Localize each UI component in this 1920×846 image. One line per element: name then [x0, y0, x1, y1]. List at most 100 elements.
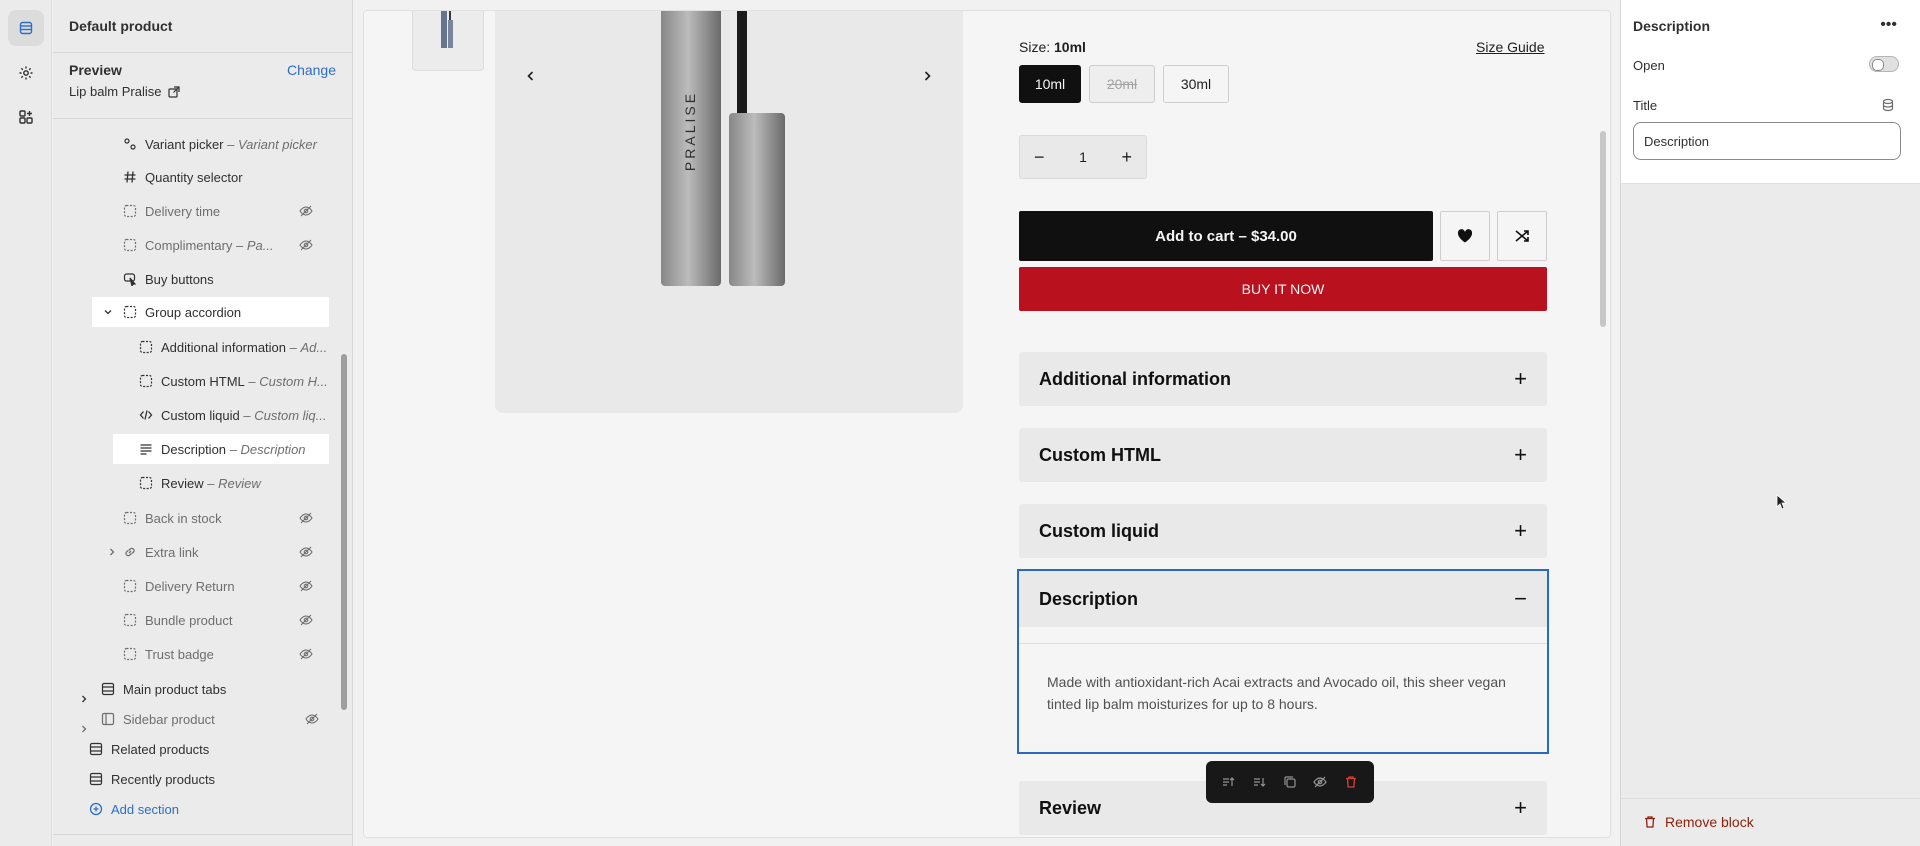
move-up-button[interactable] — [1220, 773, 1238, 791]
chevron-right-icon — [924, 71, 931, 81]
duplicate-button[interactable] — [1281, 773, 1299, 791]
preview-label: Preview — [69, 62, 122, 78]
tree-item-sublabel: Variant picker — [237, 136, 317, 152]
add-section-button[interactable]: Add section — [89, 794, 179, 824]
tree-item-description[interactable]: Description – Description — [113, 434, 329, 464]
tree-item-buy-buttons[interactable]: Buy buttons — [123, 264, 214, 294]
buy-it-now-button[interactable]: BUY IT NOW — [1019, 267, 1547, 311]
size-option-10ml[interactable]: 10ml — [1019, 65, 1081, 103]
tree-item-related-products[interactable]: Related products — [89, 734, 209, 764]
add-to-cart-label: Add to cart — [1155, 227, 1235, 245]
tree-item-label: Bundle product — [145, 612, 233, 628]
eye-hidden-icon[interactable] — [299, 204, 313, 218]
section-icon — [89, 742, 103, 756]
tree-item-recently-products[interactable]: Recently products — [89, 764, 215, 794]
size-guide-link[interactable]: Size Guide — [1476, 39, 1544, 55]
tree-item-label: Back in stock — [145, 510, 222, 526]
tree-item-additional-information[interactable]: Additional information – Ad... — [139, 332, 327, 362]
title-label: Title — [1633, 98, 1658, 113]
tree-item-main-product-tabs[interactable]: Main product tabs — [82, 674, 329, 704]
block-icon — [139, 340, 153, 354]
chevron-right-icon[interactable] — [79, 724, 89, 734]
remove-block-button[interactable]: Remove block — [1643, 814, 1754, 830]
hide-button[interactable] — [1311, 773, 1329, 791]
tree-item-group-accordion[interactable]: Group accordion — [92, 297, 329, 327]
preview-product[interactable]: Lip balm Pralise — [69, 84, 180, 99]
tree-item-sublabel: Review — [218, 475, 261, 491]
block-settings-card: Description ••• Open Title — [1621, 0, 1920, 184]
tree-item-quantity-selector[interactable]: Quantity selector — [123, 162, 243, 192]
tree-item-bundle-product[interactable]: Bundle product — [123, 605, 323, 635]
tree-item-label: Group accordion — [145, 304, 242, 320]
size-value: 10ml — [1054, 39, 1086, 55]
code-icon — [139, 408, 153, 422]
eye-hidden-icon[interactable] — [299, 613, 313, 627]
gallery-next-button[interactable] — [907, 56, 947, 96]
product-gallery: PRALISE — [495, 11, 963, 413]
gallery-prev-button[interactable] — [511, 56, 551, 96]
dynamic-source-icon[interactable] — [1881, 98, 1895, 112]
tree-item-extra-link[interactable]: Extra link — [110, 537, 323, 567]
duplicate-icon — [1284, 776, 1296, 788]
eye-hidden-icon[interactable] — [299, 545, 313, 559]
preview-canvas: PRALISE Size: 10ml Size Guide 10ml 20ml … — [355, 0, 1620, 846]
chevron-down-icon[interactable] — [103, 307, 113, 317]
open-toggle[interactable] — [1869, 56, 1899, 72]
tree-item-label: Main product tabs — [123, 681, 227, 697]
eye-hidden-icon[interactable] — [299, 511, 313, 525]
accordion-description-selected[interactable]: Description − Made with antioxidant-rich… — [1014, 566, 1552, 757]
change-preview-link[interactable]: Change — [287, 62, 336, 78]
block-icon — [123, 204, 137, 218]
quantity-value[interactable]: 1 — [1079, 149, 1087, 165]
tree-item-delivery-time[interactable]: Delivery time — [123, 196, 323, 226]
move-down-button[interactable] — [1251, 773, 1269, 791]
preview-scrollbar[interactable] — [1600, 131, 1606, 327]
more-options-icon[interactable]: ••• — [1880, 16, 1897, 34]
quantity-decrease-button[interactable]: − — [1034, 147, 1045, 168]
tree-item-back-in-stock[interactable]: Back in stock — [123, 503, 323, 533]
eye-hidden-icon[interactable] — [305, 712, 319, 726]
block-icon — [123, 579, 137, 593]
add-to-cart-button[interactable]: Add to cart – $34.00 — [1019, 211, 1433, 261]
sections-icon[interactable] — [8, 10, 44, 46]
product-thumbnail[interactable] — [412, 11, 484, 71]
chevron-right-icon[interactable] — [107, 547, 117, 557]
tree-item-review[interactable]: Review – Review — [139, 468, 261, 498]
quantity-increase-button[interactable]: + — [1121, 147, 1132, 168]
wishlist-button[interactable] — [1440, 211, 1490, 261]
plus-circle-icon — [89, 802, 103, 816]
external-link-icon — [167, 85, 180, 98]
storefront-preview: PRALISE Size: 10ml Size Guide 10ml 20ml … — [363, 10, 1611, 838]
divider — [53, 52, 352, 53]
tree-item-sidebar-product[interactable]: Sidebar product — [82, 704, 329, 734]
tree-item-label: Variant picker — [145, 136, 224, 152]
eye-hidden-icon[interactable] — [299, 647, 313, 661]
eye-hidden-icon[interactable] — [299, 579, 313, 593]
tree-item-custom-liquid[interactable]: Custom liquid – Custom liq... — [139, 400, 326, 430]
block-icon — [139, 374, 153, 388]
accordion-description-header[interactable]: Description − — [1019, 571, 1547, 627]
size-option-20ml[interactable]: 20ml — [1089, 65, 1155, 103]
size-option-30ml[interactable]: 30ml — [1163, 65, 1229, 103]
title-input[interactable] — [1633, 122, 1901, 160]
tree-item-custom-html[interactable]: Custom HTML – Custom H... — [139, 366, 328, 396]
accordion-additional-information[interactable]: Additional information + — [1019, 352, 1547, 406]
tree-item-variant-picker[interactable]: Variant picker – Variant picker — [123, 129, 317, 159]
delete-button[interactable] — [1342, 773, 1360, 791]
tree-item-trust-badge[interactable]: Trust badge — [123, 639, 323, 669]
section-icon — [101, 682, 115, 696]
compare-button[interactable] — [1497, 211, 1547, 261]
accordion-custom-liquid[interactable]: Custom liquid + — [1019, 504, 1547, 558]
product-image: PRALISE — [661, 11, 785, 286]
theme-settings-gear-icon[interactable] — [8, 55, 44, 91]
eye-hidden-icon[interactable] — [299, 238, 313, 252]
app-blocks-icon[interactable] — [8, 99, 44, 135]
tree-item-complimentary[interactable]: Complimentary – Pa... — [123, 230, 323, 260]
tree-item-delivery-return[interactable]: Delivery Return — [123, 571, 323, 601]
block-icon — [123, 238, 137, 252]
sidebar-scrollbar[interactable] — [341, 354, 347, 710]
sidebar-section-icon — [101, 712, 115, 726]
accordion-custom-html[interactable]: Custom HTML + — [1019, 428, 1547, 482]
chevron-right-icon[interactable] — [79, 694, 89, 704]
plus-icon: + — [1514, 366, 1527, 391]
